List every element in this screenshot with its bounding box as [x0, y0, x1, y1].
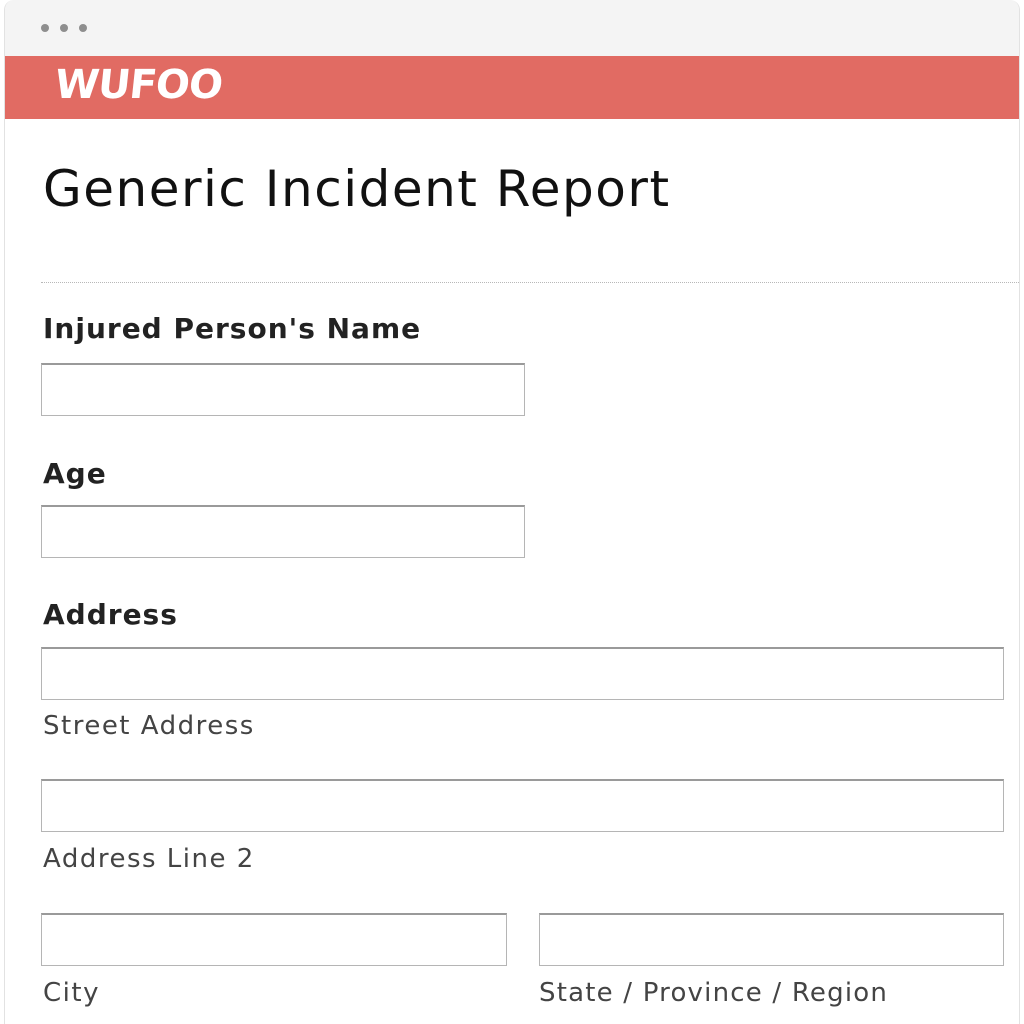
street-address-input[interactable] [41, 647, 1004, 700]
wufoo-logo[interactable]: WUFOO [53, 62, 225, 108]
window-titlebar [5, 0, 1019, 56]
window-dot-icon [41, 24, 49, 32]
form-title: Generic Incident Report [43, 160, 671, 218]
address-line2-input[interactable] [41, 779, 1004, 832]
window-dot-icon [79, 24, 87, 32]
browser-window: WUFOO Generic Incident Report Injured Pe… [4, 0, 1020, 1024]
name-input[interactable] [41, 363, 525, 416]
city-input[interactable] [41, 913, 507, 966]
street-address-sublabel: Street Address [43, 711, 255, 741]
window-dot-icon [60, 24, 68, 32]
address-line2-sublabel: Address Line 2 [43, 844, 255, 874]
age-label: Age [43, 457, 107, 490]
state-sublabel: State / Province / Region [539, 978, 889, 1008]
age-input[interactable] [41, 505, 525, 558]
city-sublabel: City [43, 978, 100, 1008]
brand-header: WUFOO [5, 56, 1019, 119]
name-label: Injured Person's Name [43, 312, 422, 345]
address-label: Address [43, 598, 178, 631]
state-input[interactable] [539, 913, 1004, 966]
title-divider [41, 282, 1019, 283]
